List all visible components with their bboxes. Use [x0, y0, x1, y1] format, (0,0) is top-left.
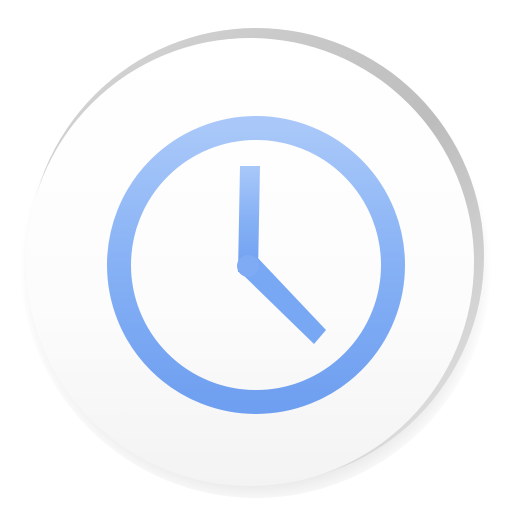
clock-center-cap — [237, 255, 259, 277]
clock-icon-graphic — [20, 26, 492, 498]
clock-app-icon[interactable] — [0, 0, 512, 512]
